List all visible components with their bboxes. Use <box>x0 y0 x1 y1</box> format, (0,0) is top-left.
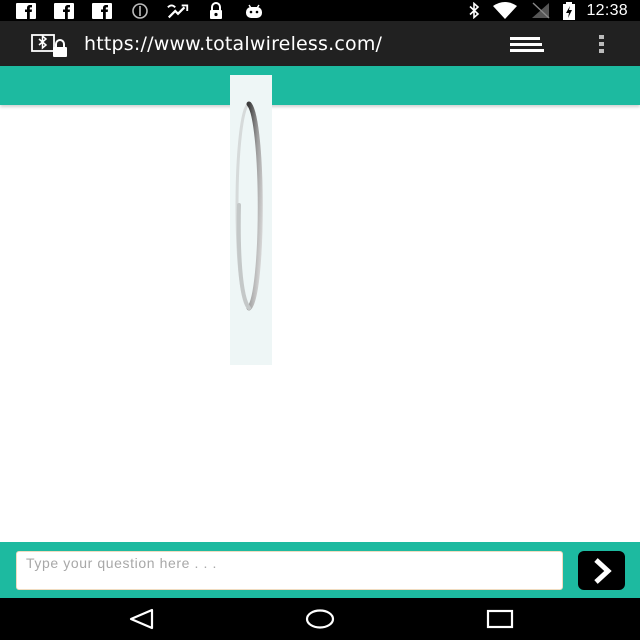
home-button[interactable] <box>304 606 336 632</box>
facebook-icon <box>52 2 76 19</box>
lock-icon <box>204 2 228 19</box>
battery-charging-icon <box>562 1 576 20</box>
android-nav-bar <box>0 598 640 640</box>
no-signal-icon <box>530 2 550 19</box>
tabs-switcher-icon[interactable] <box>507 33 547 55</box>
loading-spinner <box>230 75 272 365</box>
wifi-icon <box>492 2 518 19</box>
status-bar: 12:38 <box>0 0 640 21</box>
overflow-menu-icon[interactable] <box>593 33 611 55</box>
missed-call-icon <box>166 2 190 19</box>
home-icon <box>305 609 335 629</box>
sync-circle-icon <box>128 2 152 19</box>
chevron-right-icon <box>593 557 612 584</box>
recents-button[interactable] <box>484 606 516 632</box>
back-button[interactable] <box>125 606 157 632</box>
bluetooth-icon <box>468 2 480 19</box>
phone-screen: 12:38 https://www.totalwireless.com/ <box>0 0 640 640</box>
android-icon <box>242 2 266 19</box>
chat-input-bar <box>0 542 640 598</box>
browser-toolbar: https://www.totalwireless.com/ <box>0 21 640 66</box>
notification-icons <box>14 2 280 19</box>
facebook-icon <box>90 2 114 19</box>
page-header-bar <box>0 66 640 105</box>
system-status-icons: 12:38 <box>456 0 628 21</box>
facebook-icon <box>14 2 38 19</box>
site-security-icon[interactable] <box>31 33 71 57</box>
clock: 12:38 <box>586 1 628 19</box>
recents-icon <box>486 609 514 629</box>
question-input[interactable] <box>16 551 563 590</box>
back-icon <box>129 608 154 630</box>
send-button[interactable] <box>578 551 625 590</box>
url-field[interactable]: https://www.totalwireless.com/ <box>84 32 477 56</box>
